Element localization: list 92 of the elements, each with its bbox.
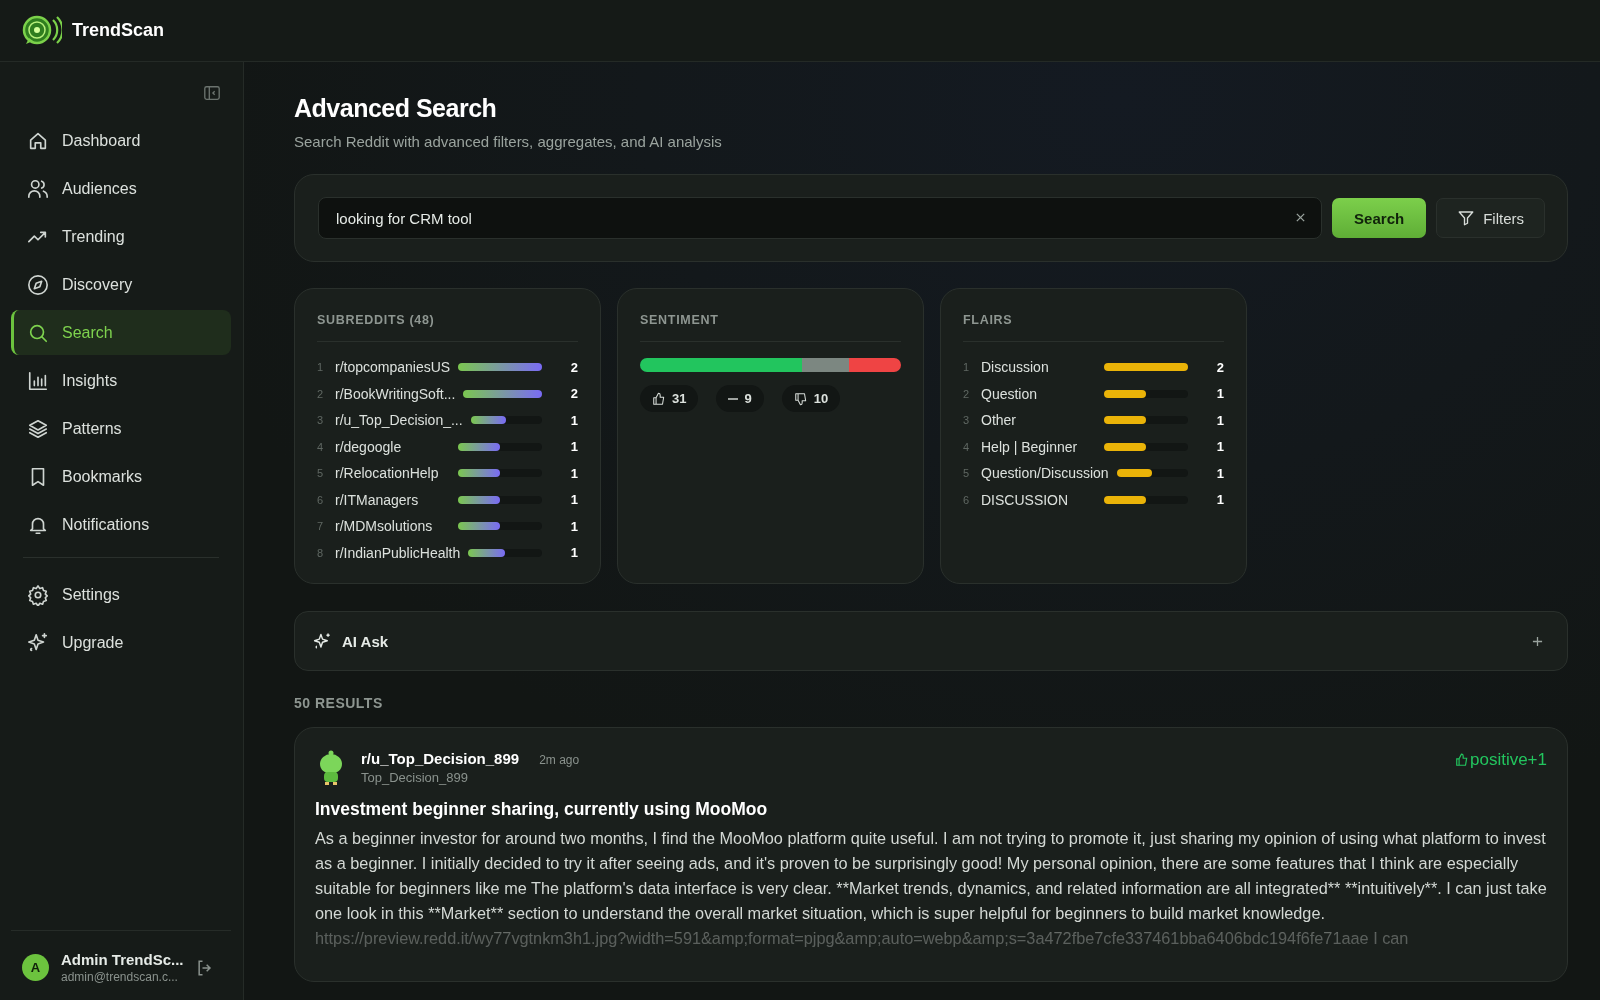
nav-item[interactable]: Dashboard bbox=[11, 118, 231, 163]
flair-name: Question bbox=[981, 385, 1038, 402]
nav-item[interactable]: Upgrade bbox=[11, 620, 231, 665]
count-value: 1 bbox=[569, 518, 578, 534]
page-subtitle: Search Reddit with advanced filters, aggregates, and AI analysis bbox=[294, 133, 723, 150]
post-author: Top_Decision_899 bbox=[361, 770, 469, 785]
rank-number: 5 bbox=[317, 467, 325, 480]
thumbs-down-icon bbox=[793, 391, 808, 406]
subreddit-name[interactable]: r/IndianPublicHealth bbox=[335, 544, 461, 561]
count-value: 1 bbox=[1215, 439, 1224, 455]
count-value: 1 bbox=[1215, 386, 1224, 402]
search-button[interactable]: Search bbox=[1332, 198, 1427, 238]
user-email: admin@trendscan.c... bbox=[61, 970, 179, 984]
post-time: 2m ago bbox=[539, 753, 580, 767]
results-count: 50 RESULTS bbox=[294, 695, 384, 711]
count-value: 1 bbox=[569, 465, 578, 481]
count-value: 1 bbox=[1215, 412, 1224, 428]
settings-icon bbox=[27, 583, 49, 606]
subreddit-name[interactable]: r/degoogle bbox=[335, 438, 402, 455]
nav-item[interactable]: Settings bbox=[11, 572, 231, 617]
rank-number: 5 bbox=[963, 467, 971, 480]
rank-number: 1 bbox=[317, 361, 325, 374]
page-title: Advanced Search bbox=[294, 94, 498, 123]
flair-name: Question/Discussion bbox=[981, 465, 1109, 482]
flair-name: Other bbox=[981, 412, 1016, 429]
positive-count: 31 bbox=[640, 385, 699, 412]
subreddit-name[interactable]: r/topcompaniesUS bbox=[335, 359, 451, 376]
nav-item[interactable]: Discovery bbox=[11, 262, 231, 307]
card-title: SUBREDDITS (48) bbox=[317, 313, 578, 342]
filters-button[interactable]: Filters bbox=[1436, 198, 1545, 238]
ai-ask-label: AI Ask bbox=[342, 632, 390, 650]
user-name: Admin TrendSc... bbox=[61, 951, 183, 968]
subreddit-name[interactable]: r/RelocationHelp bbox=[335, 465, 439, 482]
users-icon bbox=[27, 177, 49, 200]
nav-item[interactable]: Trending bbox=[11, 214, 231, 259]
dash-icon bbox=[728, 397, 739, 400]
neutral-count: 9 bbox=[716, 385, 764, 412]
rank-number: 4 bbox=[317, 440, 325, 453]
rank-number: 7 bbox=[317, 520, 325, 533]
subreddit-name[interactable]: r/BookWritingSoft... bbox=[335, 385, 456, 402]
sentiment-label: positive+1 bbox=[1469, 750, 1547, 770]
thumbs-up-icon bbox=[652, 391, 666, 406]
rank-number: 2 bbox=[317, 387, 325, 400]
subreddit-name[interactable]: r/MDMsolutions bbox=[335, 518, 433, 535]
card-title: FLAIRS bbox=[963, 313, 1224, 342]
count-value: 2 bbox=[569, 386, 578, 402]
rank-number: 8 bbox=[317, 546, 325, 559]
compass-icon bbox=[27, 273, 49, 296]
post-body: As a beginner investor for around two months, I find the MooMoo platform quite useful. I am not trying to promote it, just sharing my opinion of using what platform to invest as a beginner. I initially decided to try it after seeing ads, and it's proven to be surprisingly good! My personal opinion, there are some features that I think are especially suitable for beginners like me The platform's data interface is very clear. **Market trends, dynamics, and related information are all integrated** **intuitively**. I can just take one look in this **Market** section to understand the overall market situation, which is super helpful for beginners to build market knowledge. https://preview.redd.it/wy77vgtnkm3h1.jpg?width=591&amp;format=pjpg&amp;auto=webp&amp;s=3a472fbe7cfe337461bba6406bdc194f6fe71aae I can bbox=[315, 828, 1547, 949]
layers-icon bbox=[27, 417, 49, 440]
sparkle-icon bbox=[27, 631, 49, 654]
count-value: 2 bbox=[569, 359, 578, 375]
count-value: 1 bbox=[569, 492, 578, 508]
rank-number: 4 bbox=[963, 440, 971, 453]
nav-item[interactable]: Notifications bbox=[11, 502, 231, 547]
rank-number: 6 bbox=[317, 493, 325, 506]
count-value: 1 bbox=[569, 545, 578, 561]
subreddit-link[interactable]: r/u_Top_Decision_899 bbox=[361, 750, 520, 767]
user-avatar: A bbox=[22, 954, 49, 981]
rank-number: 2 bbox=[963, 387, 971, 400]
nav-item[interactable]: Search bbox=[11, 310, 231, 355]
subreddit-name[interactable]: r/ITManagers bbox=[335, 491, 419, 508]
collapse-sidebar-icon[interactable] bbox=[203, 84, 221, 102]
search-field[interactable]: looking for CRM tool bbox=[318, 197, 1323, 239]
app-name: TrendScan bbox=[72, 20, 165, 41]
flair-name: DISCUSSION bbox=[981, 491, 1069, 508]
count-value: 1 bbox=[1215, 465, 1224, 481]
sparkle-icon bbox=[313, 631, 332, 651]
count-value: 2 bbox=[1215, 359, 1224, 375]
count-value: 1 bbox=[569, 412, 578, 428]
flair-name: Discussion bbox=[981, 359, 1049, 376]
nav-item[interactable]: Patterns bbox=[11, 406, 231, 451]
subreddit-name[interactable]: r/u_Top_Decision_... bbox=[335, 412, 463, 429]
nav-item[interactable]: Audiences bbox=[11, 166, 231, 211]
negative-count: 10 bbox=[781, 385, 841, 412]
filter-icon bbox=[1457, 209, 1476, 227]
flair-name: Help | Beginner bbox=[981, 438, 1078, 455]
nav-item[interactable]: Bookmarks bbox=[11, 454, 231, 499]
count-value: 1 bbox=[1215, 492, 1224, 508]
count-value: 1 bbox=[569, 439, 578, 455]
bar-chart-icon bbox=[27, 369, 49, 392]
rank-number: 3 bbox=[317, 414, 325, 427]
close-icon[interactable] bbox=[1295, 212, 1307, 223]
post-title[interactable]: Investment beginner sharing, currently using MooMoo bbox=[315, 799, 1547, 820]
thumbs-up-icon bbox=[1454, 753, 1469, 767]
plus-icon[interactable] bbox=[1532, 635, 1543, 647]
ai-ask-panel[interactable]: AI Ask bbox=[294, 611, 1568, 671]
nav-item[interactable]: Insights bbox=[11, 358, 231, 403]
rank-number: 6 bbox=[963, 493, 971, 506]
card-title: SENTIMENT bbox=[640, 313, 901, 342]
rank-number: 3 bbox=[963, 414, 971, 427]
rank-number: 1 bbox=[963, 361, 971, 374]
